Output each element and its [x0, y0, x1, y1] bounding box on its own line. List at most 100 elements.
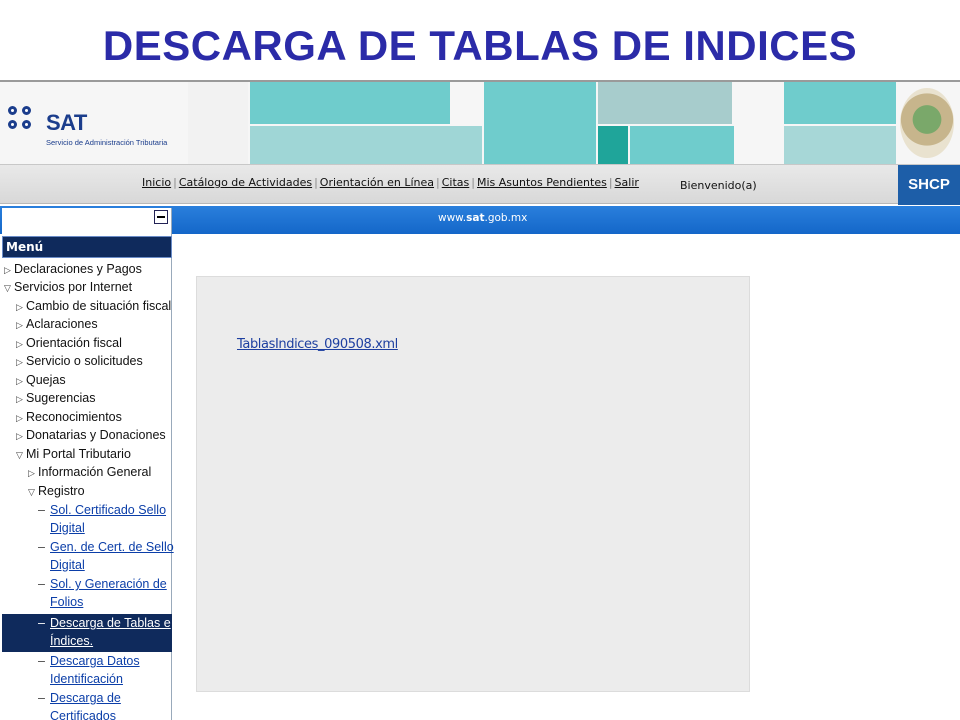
menu-item-label: Donatarias y Donaciones	[26, 428, 166, 442]
nav-link-inicio[interactable]: Inicio	[142, 176, 171, 189]
welcome-text: Bienvenido(a)	[680, 179, 757, 192]
menu-item-sugerencias[interactable]: ▷ Sugerencias	[16, 389, 96, 408]
menu-item-label: Información General	[38, 465, 152, 479]
menu-link-label: Descarga de	[50, 691, 121, 705]
banner-block	[188, 82, 248, 164]
menu-link-label: Digital	[50, 521, 85, 535]
menu-link-label: Descarga de Tablas e	[50, 616, 171, 630]
content-panel: TablasIndices_090508.xml	[196, 276, 750, 692]
triangle-right-icon: ▷	[4, 265, 11, 275]
menu-link-label: Gen. de Cert. de Sello	[50, 540, 174, 554]
dash-icon: –	[38, 503, 45, 517]
logo-subtitle: Servicio de Administración Tributaria	[46, 138, 168, 147]
menu-link-descarga-datos[interactable]: – Descarga Datos Identificación	[38, 652, 140, 688]
menu-item-label: Mi Portal Tributario	[26, 447, 131, 461]
sidebar-menu: Menú ▷ Declaraciones y Pagos ▽ Servicios p…	[2, 208, 174, 720]
menu-link-label: Certificados	[50, 709, 116, 720]
menu-link-descarga-certificados[interactable]: – Descarga de Certificados	[38, 689, 121, 720]
menu-item-aclaraciones[interactable]: ▷ Aclaraciones	[16, 315, 98, 334]
dash-icon: –	[38, 577, 45, 591]
menu-link-descarga-tablas[interactable]: – Descarga de Tablas e Índices.	[2, 614, 172, 652]
logo-dot-icon	[22, 106, 31, 115]
triangle-right-icon: ▷	[16, 431, 23, 441]
triangle-down-icon: ▽	[28, 487, 35, 497]
logo-dot-icon	[22, 120, 31, 129]
nav-link-asuntos[interactable]: Mis Asuntos Pendientes	[477, 176, 607, 189]
menu-item-servicios[interactable]: ▽ Servicios por Internet	[4, 278, 132, 297]
menu-item-mi-portal[interactable]: ▽ Mi Portal Tributario	[16, 445, 131, 464]
menu-link-label: Índices.	[50, 634, 94, 648]
dash-icon: –	[38, 691, 45, 705]
nav-link-orientacion[interactable]: Orientación en Línea	[320, 176, 434, 189]
dash-icon: –	[38, 540, 45, 554]
menu-link-label: Sol. y Generación de	[50, 577, 167, 591]
banner-block	[250, 126, 482, 164]
sat-logo[interactable]: SAT Servicio de Administración Tributari…	[8, 104, 188, 154]
nav-link-salir[interactable]: Salir	[615, 176, 639, 189]
menu-item-label: Cambio de situación fiscal	[26, 299, 172, 313]
triangle-right-icon: ▷	[16, 413, 23, 423]
triangle-right-icon: ▷	[16, 339, 23, 349]
active-link-text: – Descarga de Tablas e Índices.	[38, 614, 171, 650]
banner-block	[598, 126, 628, 164]
collapse-menu-button[interactable]	[154, 210, 168, 224]
menu-item-declaraciones[interactable]: ▷ Declaraciones y Pagos	[4, 260, 142, 279]
menu-item-info-general[interactable]: ▷ Información General	[28, 463, 151, 482]
menu-item-donatarias[interactable]: ▷ Donatarias y Donaciones	[16, 426, 166, 445]
menu-link-gen-cert[interactable]: – Gen. de Cert. de Sello Digital	[38, 538, 174, 574]
triangle-down-icon: ▽	[4, 283, 11, 293]
dash-icon: –	[38, 654, 45, 668]
menu-item-orientacion[interactable]: ▷ Orientación fiscal	[16, 334, 122, 353]
shcp-logo[interactable]: SHCP	[898, 165, 960, 205]
triangle-down-icon: ▽	[16, 450, 23, 460]
menu-item-reconocimientos[interactable]: ▷ Reconocimientos	[16, 408, 122, 427]
menu-item-label: Registro	[38, 484, 85, 498]
banner-block	[784, 82, 896, 124]
logo-wordmark: SAT	[46, 110, 87, 135]
menu-item-cambio[interactable]: ▷ Cambio de situación fiscal	[16, 297, 171, 316]
menu-item-label: Aclaraciones	[26, 317, 98, 331]
nav-link-catalogo[interactable]: Catálogo de Actividades	[179, 176, 312, 189]
triangle-right-icon: ▷	[16, 302, 23, 312]
menu-item-label: Quejas	[26, 373, 66, 387]
menu-item-label: Reconocimientos	[26, 410, 122, 424]
header-banner: SAT Servicio de Administración Tributari…	[0, 82, 960, 164]
menu-item-label: Servicio o solicitudes	[26, 354, 143, 368]
national-seal-icon	[900, 88, 954, 158]
menu-header: Menú	[2, 236, 172, 258]
triangle-right-icon: ▷	[16, 394, 23, 404]
file-download-link[interactable]: TablasIndices_090508.xml	[237, 337, 398, 352]
menu-link-sol-certificado[interactable]: – Sol. Certificado Sello Digital	[38, 501, 166, 537]
slide-title: DESCARGA DE TABLAS DE INDICES	[102, 22, 858, 69]
menu-link-label: Sol. Certificado Sello	[50, 503, 167, 517]
banner-block	[630, 126, 734, 164]
nav-link-citas[interactable]: Citas	[442, 176, 470, 189]
dash-icon: –	[38, 616, 45, 630]
banner-block	[598, 82, 732, 124]
nav-links: Inicio | Catálogo de Actividades | Orientaci…	[142, 176, 639, 189]
menu-item-label: Declaraciones y Pagos	[14, 262, 142, 276]
menu-item-label: Servicios por Internet	[14, 280, 133, 294]
menu-link-label: Descarga Datos	[50, 654, 140, 668]
triangle-right-icon: ▷	[16, 376, 23, 386]
menu-link-label: Digital	[50, 558, 85, 572]
menu-item-quejas[interactable]: ▷ Quejas	[16, 371, 66, 390]
menu-item-registro[interactable]: ▽ Registro	[28, 482, 85, 501]
top-nav-bar: Inicio | Catálogo de Actividades | Orientaci…	[0, 164, 960, 205]
banner-block	[484, 82, 596, 164]
menu-link-label: Identificación	[50, 672, 123, 686]
triangle-right-icon: ▷	[16, 320, 23, 330]
menu-link-label: Folios	[50, 595, 84, 609]
triangle-right-icon: ▷	[16, 357, 23, 367]
banner-block	[784, 126, 896, 164]
menu-item-servicio-solicitudes[interactable]: ▷ Servicio o solicitudes	[16, 352, 143, 371]
logo-dot-icon	[8, 106, 17, 115]
triangle-right-icon: ▷	[28, 468, 35, 478]
menu-item-label: Orientación fiscal	[26, 336, 122, 350]
menu-link-sol-folios[interactable]: – Sol. y Generación de Folios	[38, 575, 167, 611]
url-bold: sat	[466, 212, 485, 224]
banner-block	[250, 82, 450, 124]
url-suffix: .gob.mx	[484, 212, 528, 224]
logo-dot-icon	[8, 120, 17, 129]
menu-item-label: Sugerencias	[26, 391, 96, 405]
